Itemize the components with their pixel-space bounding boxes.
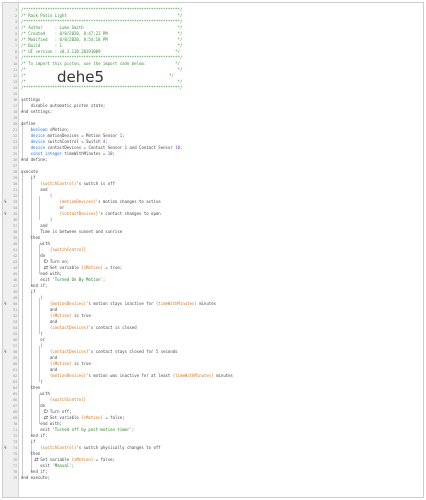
code-panel: 1/**************************************…	[2, 2, 424, 498]
piston-viewer: 1/**************************************…	[0, 0, 426, 500]
code-line: 79 end execute;	[3, 475, 423, 481]
line-number: 79	[13, 476, 17, 480]
code-text: end execute;	[21, 475, 50, 480]
